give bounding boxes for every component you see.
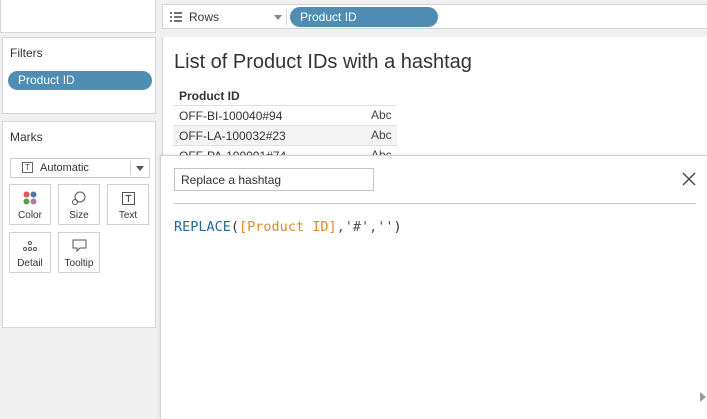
text-button[interactable]: Text xyxy=(107,184,149,225)
mark-type-select[interactable]: T Automatic xyxy=(10,158,150,178)
formula-function: REPLACE xyxy=(174,219,231,235)
color-button[interactable]: Color xyxy=(9,184,51,225)
formula-open-paren: ( xyxy=(230,219,240,235)
detail-icon xyxy=(10,238,50,254)
text-mark-icon: T xyxy=(22,162,33,173)
tooltip-button-label: Tooltip xyxy=(64,258,94,269)
product-id-cell: OFF-BI-100040#94 xyxy=(179,109,283,123)
rows-label: Rows xyxy=(189,10,220,24)
table-row[interactable]: OFF-LA-100032#23 Abc xyxy=(173,125,397,145)
table-row[interactable]: OFF-BI-100040#94 Abc xyxy=(173,105,397,125)
filters-title: Filters xyxy=(10,46,43,60)
rows-pill-product-id[interactable]: Product ID xyxy=(290,7,438,27)
formula-args: ,'#','' xyxy=(336,219,394,235)
product-id-cell: OFF-LA-100032#23 xyxy=(179,129,286,143)
size-button-label: Size xyxy=(69,210,89,221)
worksheet-view: List of Product IDs with a hashtag Produ… xyxy=(162,37,707,157)
marks-card: Marks T Automatic Color Size Text Detail… xyxy=(2,121,156,328)
marks-title: Marks xyxy=(10,130,43,144)
mark-type-label: Automatic xyxy=(40,162,89,174)
color-icon xyxy=(10,190,50,206)
sheet-title: List of Product IDs with a hashtag xyxy=(174,51,472,73)
rows-icon xyxy=(170,12,182,22)
size-button[interactable]: Size xyxy=(58,184,100,225)
formula-field: [Product ID] xyxy=(239,219,337,235)
select-divider xyxy=(130,161,131,175)
text-mark: Abc xyxy=(371,128,392,142)
close-icon[interactable] xyxy=(681,171,697,187)
detail-button[interactable]: Detail xyxy=(9,232,51,273)
color-button-label: Color xyxy=(18,210,42,221)
column-header[interactable]: Product ID xyxy=(179,89,240,103)
rows-shelf[interactable]: Rows Product ID xyxy=(162,4,707,29)
detail-button-label: Detail xyxy=(17,258,43,269)
editor-divider xyxy=(174,203,696,204)
formula-editor[interactable]: REPLACE([Product ID],'#','') xyxy=(174,219,402,235)
filter-pill-product-id[interactable]: Product ID xyxy=(8,71,152,90)
formula-close-paren: ) xyxy=(393,219,402,235)
filters-card: Filters Product ID xyxy=(2,37,156,114)
calculation-name-input[interactable] xyxy=(174,168,374,191)
tooltip-icon xyxy=(59,238,99,254)
chevron-down-icon xyxy=(136,166,144,171)
text-button-label: Text xyxy=(118,210,138,221)
shelf-divider xyxy=(286,8,287,26)
calculation-editor: REPLACE([Product ID],'#','') xyxy=(160,155,707,419)
tooltip-button[interactable]: Tooltip xyxy=(58,232,100,273)
size-icon xyxy=(59,190,99,206)
left-pane-top xyxy=(0,0,156,33)
expand-arrow-icon[interactable] xyxy=(700,392,706,402)
text-mark: Abc xyxy=(371,108,392,122)
text-icon xyxy=(108,190,148,206)
chevron-down-icon[interactable] xyxy=(274,15,282,20)
